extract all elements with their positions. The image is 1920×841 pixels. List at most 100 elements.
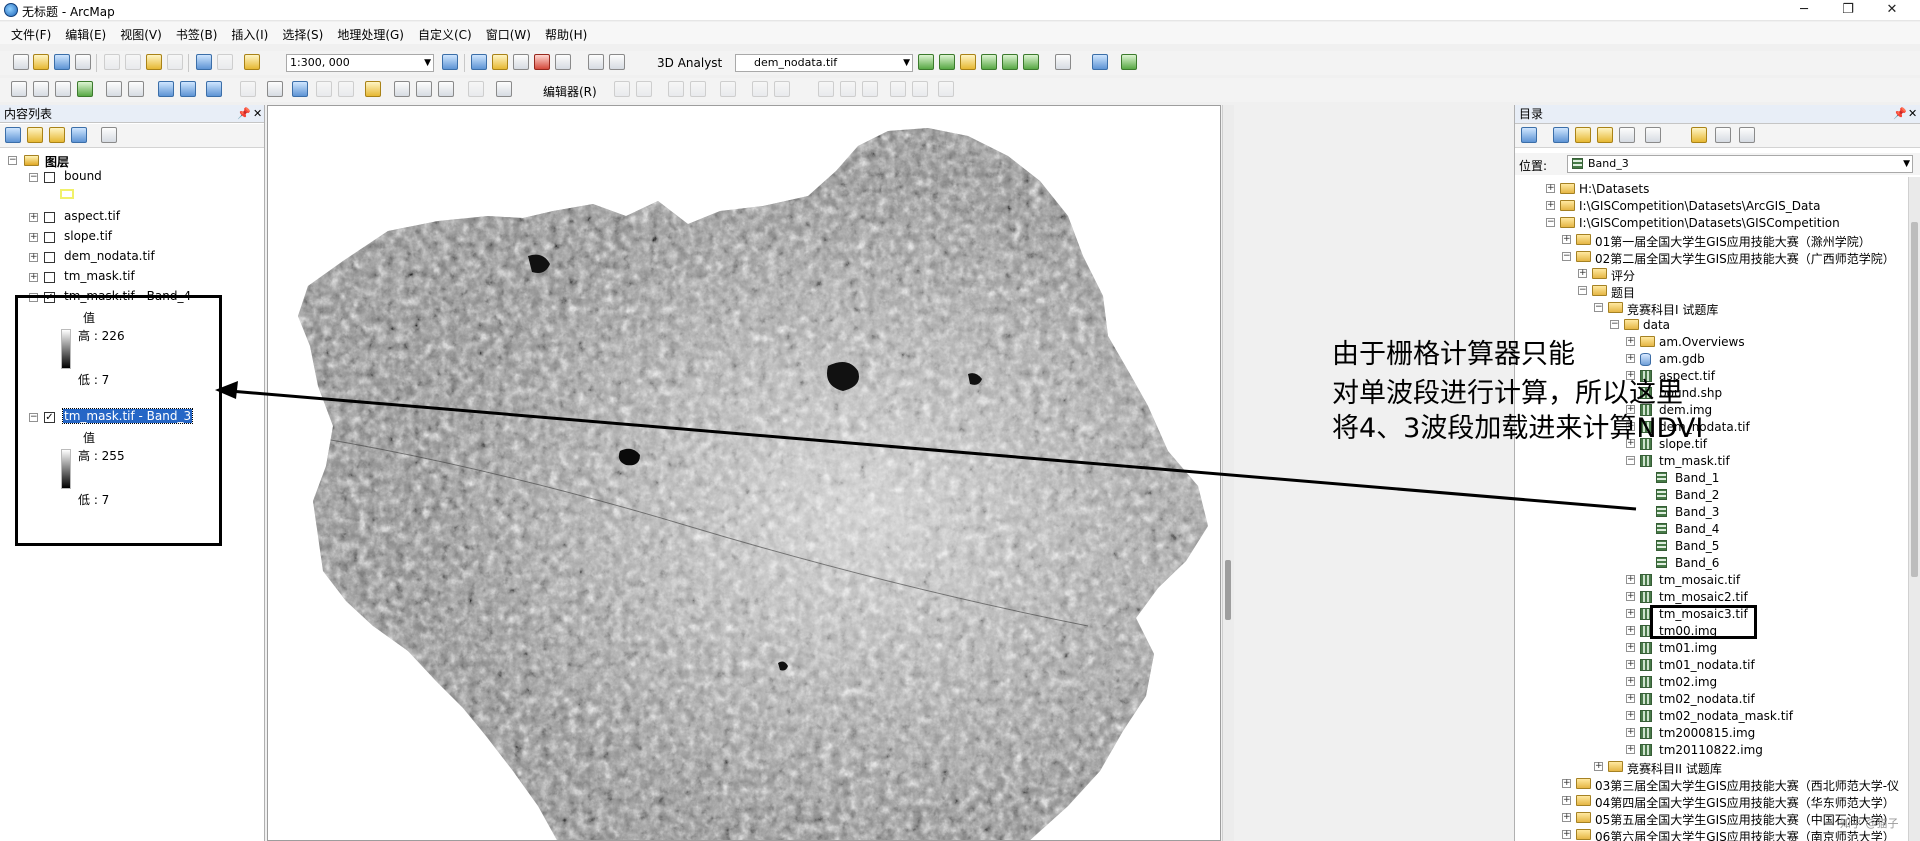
menu-windows[interactable]: 窗口(W)	[479, 22, 538, 43]
layer-visibility-checkbox[interactable]	[44, 212, 55, 223]
expand-icon[interactable]: +	[29, 233, 38, 242]
clear-selection-icon[interactable]	[240, 81, 256, 97]
expand-icon[interactable]: +	[1626, 354, 1635, 363]
attributes-icon[interactable]	[890, 81, 906, 97]
expand-icon[interactable]: +	[1562, 830, 1571, 839]
home-folder-icon[interactable]	[1597, 127, 1613, 143]
find-route-icon[interactable]	[416, 81, 432, 97]
edit-tool-icon[interactable]	[614, 81, 630, 97]
viewer-window-icon[interactable]	[496, 81, 512, 97]
close-panel-icon[interactable]: ✕	[253, 105, 262, 123]
expand-icon[interactable]: +	[1562, 779, 1571, 788]
collapse-icon[interactable]: −	[1546, 218, 1555, 227]
print-icon[interactable]	[75, 54, 91, 70]
menu-help[interactable]: 帮助(H)	[538, 22, 594, 43]
profile-graph-icon[interactable]	[1055, 54, 1071, 70]
hyperlink-icon[interactable]	[316, 81, 332, 97]
arcglobe-icon[interactable]	[1121, 54, 1137, 70]
expand-icon[interactable]: +	[1626, 592, 1635, 601]
expand-icon[interactable]: +	[1626, 626, 1635, 635]
catalog-window-icon[interactable]	[492, 54, 508, 70]
python-window-icon[interactable]	[555, 54, 571, 70]
select-elements-icon[interactable]	[267, 81, 283, 97]
expand-icon[interactable]: +	[29, 213, 38, 222]
fixed-zoom-in-icon[interactable]	[106, 81, 122, 97]
contour-icon[interactable]	[918, 54, 934, 70]
collapse-icon[interactable]: −	[1610, 320, 1619, 329]
edit-annotation-icon[interactable]	[636, 81, 652, 97]
menu-geoprocessing[interactable]: 地理处理(G)	[330, 22, 411, 43]
toc-layer-aspect[interactable]: aspect.tif	[64, 209, 120, 223]
collapse-icon[interactable]: −	[1562, 252, 1571, 261]
location-combo[interactable]: Band_3 ▼	[1567, 155, 1913, 173]
back-arrow-icon[interactable]	[1521, 127, 1537, 143]
catalog-tree-item[interactable]: + 评分	[1515, 266, 1907, 283]
modelbuilder-icon[interactable]	[588, 54, 604, 70]
paste-icon[interactable]	[146, 54, 162, 70]
catalog-tree-item[interactable]: − 题目	[1515, 283, 1907, 300]
toc-root-layers[interactable]: 图层	[45, 153, 69, 170]
go-forward-icon[interactable]	[180, 81, 196, 97]
list-by-source-icon[interactable]	[27, 127, 43, 143]
menu-selection[interactable]: 选择(S)	[275, 22, 330, 43]
interpolate-point-icon[interactable]	[981, 54, 997, 70]
catalog-tree-item[interactable]: +03第三届全国大学生GIS应用技能大赛（西北师范大学-仪	[1515, 776, 1907, 793]
redo-icon[interactable]	[217, 54, 233, 70]
expand-icon[interactable]: +	[1626, 643, 1635, 652]
toggle-contents-icon[interactable]	[1715, 127, 1731, 143]
expand-icon[interactable]: +	[29, 253, 38, 262]
scroll-thumb[interactable]	[1225, 560, 1231, 620]
new-document-icon[interactable]	[13, 54, 29, 70]
expand-icon[interactable]: +	[1626, 575, 1635, 584]
catalog-tree-item[interactable]: + tm2000815.img	[1515, 725, 1907, 742]
toc-layer-bound[interactable]: bound	[64, 169, 102, 183]
open-folder-icon[interactable]	[33, 54, 49, 70]
catalog-tree-item[interactable]: Band_6	[1515, 555, 1907, 572]
minimize-button[interactable]: ─	[1784, 1, 1824, 19]
forward-arrow-icon[interactable]	[1553, 127, 1569, 143]
steepest-path-icon[interactable]	[939, 54, 955, 70]
goto-xy-icon[interactable]	[438, 81, 454, 97]
collapse-icon[interactable]: −	[8, 156, 17, 165]
trace-icon[interactable]	[690, 81, 706, 97]
collapse-icon[interactable]: −	[1626, 456, 1635, 465]
catalog-tree-item[interactable]: + tm20110822.img	[1515, 742, 1907, 759]
new-folder-icon[interactable]	[1691, 127, 1707, 143]
map-view[interactable]	[267, 105, 1221, 841]
map-scale-combo[interactable]: 1:300, 000 ▼	[286, 54, 434, 72]
arctoolbox-icon[interactable]	[534, 54, 550, 70]
close-panel-icon[interactable]: ✕	[1908, 105, 1917, 123]
catalog-tree-item[interactable]: − 竞赛科目I 试题库	[1515, 300, 1907, 317]
toc-layer-tm-mask[interactable]: tm_mask.tif	[64, 269, 135, 283]
copy-icon[interactable]	[125, 54, 141, 70]
expand-icon[interactable]: +	[1562, 796, 1571, 805]
undo-icon[interactable]	[196, 54, 212, 70]
3d-analyst-menu[interactable]: 3D Analyst	[657, 56, 722, 70]
catalog-tree-item[interactable]: Band_3	[1515, 504, 1907, 521]
catalog-tree-item[interactable]: + tm_mosaic.tif	[1515, 572, 1907, 589]
catalog-tree-item[interactable]: Band_1	[1515, 470, 1907, 487]
views-icon[interactable]	[1645, 127, 1661, 143]
catalog-tree-item[interactable]: Band_2	[1515, 487, 1907, 504]
toc-layer-dem-nodata[interactable]: dem_nodata.tif	[64, 249, 155, 263]
save-icon[interactable]	[54, 54, 70, 70]
scroll-thumb[interactable]	[1911, 222, 1918, 577]
catalog-tree-item[interactable]: + tm_mosaic2.tif	[1515, 589, 1907, 606]
reshape-icon[interactable]	[774, 81, 790, 97]
expand-icon[interactable]: +	[1578, 269, 1587, 278]
full-extent-icon[interactable]	[77, 81, 93, 97]
catalog-tree-item[interactable]: − 02第二届全国大学生GIS应用技能大赛（广西师范学院）	[1515, 249, 1907, 266]
list-by-drawing-order-icon[interactable]	[5, 127, 21, 143]
collapse-icon[interactable]: −	[1594, 303, 1603, 312]
toc-options-icon[interactable]	[101, 127, 117, 143]
catalog-tree-item[interactable]: − tm_mask.tif	[1515, 453, 1907, 470]
arcscene-icon[interactable]	[1092, 54, 1108, 70]
expand-icon[interactable]: +	[1626, 677, 1635, 686]
autohide-pin-icon[interactable]: 📌	[237, 105, 251, 123]
add-data-icon[interactable]	[244, 54, 260, 70]
catalog-tree-item[interactable]: − I:\GISCompetition\Datasets\GISCompetiti…	[1515, 215, 1907, 232]
expand-icon[interactable]: +	[1546, 201, 1555, 210]
catalog-tree-item[interactable]: − data	[1515, 317, 1907, 334]
search-window-icon[interactable]	[513, 54, 529, 70]
expand-icon[interactable]: +	[1594, 762, 1603, 771]
